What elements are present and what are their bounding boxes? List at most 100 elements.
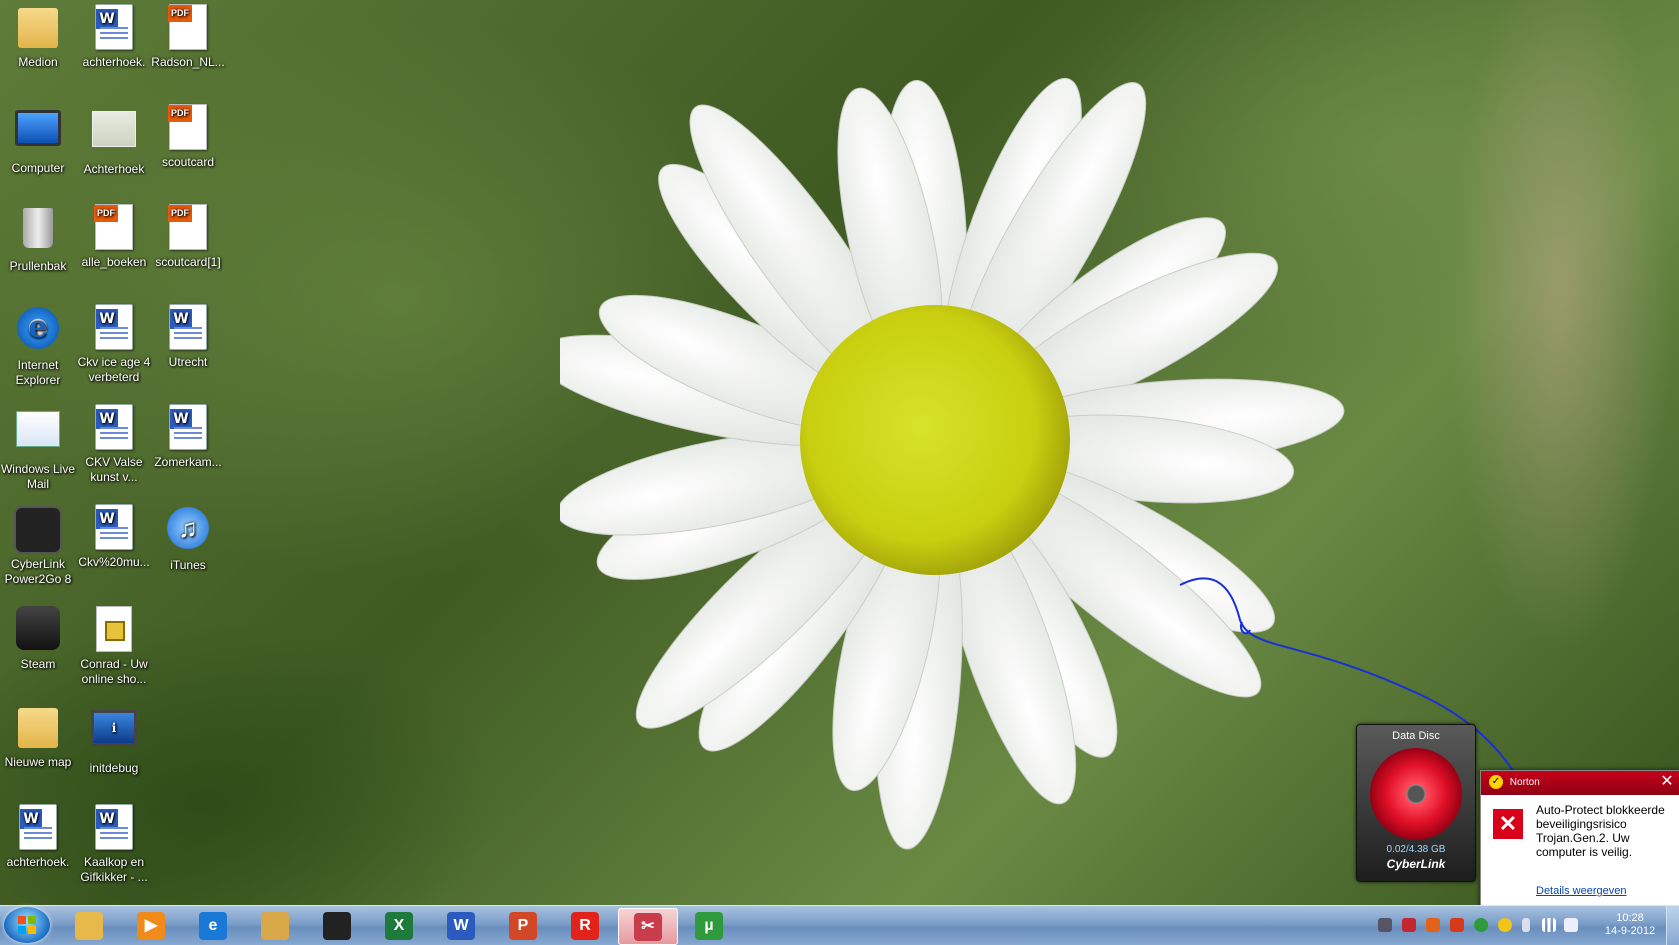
desktop-icon-label: CyberLink Power2Go 8 — [4, 557, 72, 586]
battery-icon[interactable] — [1522, 918, 1530, 932]
desktop-icon[interactable]: ♫ iTunes — [150, 504, 226, 573]
tray-flame-icon[interactable] — [1426, 918, 1440, 932]
desktop-icon[interactable]: Wachterhoek. — [0, 804, 76, 870]
start-button[interactable] — [4, 907, 50, 943]
disc-icon[interactable] — [1370, 748, 1462, 840]
pdf-icon: PDF — [164, 204, 212, 252]
cyberlink-tray-icon[interactable] — [1402, 918, 1416, 932]
volume-icon[interactable] — [1564, 918, 1578, 932]
recycle-bin-icon — [14, 208, 62, 256]
internet-explorer-icon: e — [199, 911, 227, 940]
desktop-icon[interactable]: W CKV Valse kunst v... — [76, 404, 152, 485]
media-player-icon: ▶ — [137, 911, 165, 940]
desktop-icon-label: Zomerkam... — [154, 455, 222, 469]
word-doc-icon: W — [90, 304, 138, 352]
desktop-icon-label: Internet Explorer — [15, 358, 61, 387]
info-icon: i — [90, 710, 138, 758]
data-disc-title: Data Disc — [1392, 730, 1440, 742]
desktop-icon-label: Achterhoek — [83, 162, 145, 176]
desktop-icon-label: Ckv%20mu... — [78, 555, 150, 569]
desktop-icon-label: Steam — [20, 657, 56, 671]
taskbar-app-button[interactable]: ▶ — [122, 908, 180, 943]
taskbar-app-button[interactable]: µ — [680, 908, 738, 943]
word-doc-icon: W — [14, 804, 62, 852]
taskbar-app-button[interactable] — [308, 908, 366, 943]
taskbar: ▶ e X W P R ✂ µ 10:28 14-9-2012 — [0, 905, 1679, 945]
desktop-icon-label: Radson_NL... — [151, 55, 225, 69]
steam-icon — [14, 606, 62, 654]
desktop-icon[interactable]: Prullenbak — [0, 204, 76, 274]
desktop-icon[interactable]: Wachterhoek. — [76, 4, 152, 70]
desktop-icon-label: initdebug — [89, 761, 139, 775]
desktop-icon[interactable]: Conrad - Uw online sho... — [76, 604, 152, 687]
desktop-icon-label: Kaalkop en Gifkikker - ... — [80, 855, 148, 884]
taskbar-app-button[interactable]: P — [494, 908, 552, 943]
pdf-icon: PDF — [164, 104, 212, 152]
desktop-icon-label: Computer — [11, 161, 65, 175]
desktop-icon[interactable]: PDF Radson_NL... — [150, 4, 226, 70]
norton-message: Auto-Protect blokkeerde beveiligingsrisi… — [1536, 803, 1665, 859]
network-signal-icon[interactable] — [1542, 918, 1556, 932]
desktop-icon[interactable]: e Internet Explorer — [0, 304, 76, 388]
desktop-icon[interactable]: Computer — [0, 104, 76, 176]
desktop-icon[interactable]: PDF scoutcard[1] — [150, 204, 226, 270]
word-doc-icon: W — [90, 404, 138, 452]
internet-explorer-icon: e — [14, 307, 62, 355]
desktop-icon[interactable]: W Ckv ice age 4 verbeterd — [76, 304, 152, 385]
word-icon: W — [447, 911, 475, 940]
show-desktop-button[interactable] — [1666, 906, 1679, 945]
norton-notification[interactable]: ✓ Norton ✕ ✕ Auto-Protect blokkeerde bev… — [1480, 770, 1679, 905]
desktop-icon[interactable]: W Ckv%20mu... — [76, 504, 152, 570]
windows-explorer-icon — [75, 911, 103, 940]
desktop-icon[interactable]: Windows Live Mail — [0, 404, 76, 492]
disc-usage: 0.02/4.38 GB — [1386, 844, 1446, 855]
folder-icon — [14, 704, 62, 752]
desktop-icon-label: achterhoek. — [6, 855, 70, 869]
speaker-muted-icon[interactable] — [1450, 918, 1464, 932]
norton-tray-icon[interactable] — [1498, 918, 1512, 932]
cyberlink-power2go-icon — [14, 506, 62, 554]
action-center-icon[interactable] — [1378, 918, 1392, 932]
excel-icon: X — [385, 911, 413, 940]
desktop-icon[interactable]: Medion — [0, 4, 76, 70]
desktop-icon[interactable]: W Zomerkam... — [150, 404, 226, 470]
desktop-icon-label: alle_boeken — [81, 255, 147, 269]
desktop-icon[interactable]: Nieuwe map — [0, 704, 76, 770]
close-icon[interactable]: ✕ — [1658, 773, 1676, 791]
clock[interactable]: 10:28 14-9-2012 — [1600, 912, 1660, 938]
pdf-icon: PDF — [90, 204, 138, 252]
taskbar-app-button[interactable]: W — [432, 908, 490, 943]
desktop-icon[interactable]: W Utrecht — [150, 304, 226, 370]
details-link[interactable]: Details weergeven — [1536, 885, 1627, 897]
pdf-icon: PDF — [164, 4, 212, 52]
word-doc-icon: W — [90, 804, 138, 852]
taskbar-app-button[interactable]: X — [370, 908, 428, 943]
desktop: Medion Wachterhoek. PDF Radson_NL... Compute… — [0, 0, 1679, 905]
desktop-icon[interactable]: PDF scoutcard — [150, 104, 226, 170]
desktop-icon-label: Conrad - Uw online sho... — [80, 657, 148, 686]
utorrent-tray-icon[interactable] — [1474, 918, 1488, 932]
desktop-icon-label: iTunes — [170, 558, 206, 572]
error-icon: ✕ — [1493, 809, 1523, 839]
powerpoint-icon: P — [509, 911, 537, 940]
clock-time: 10:28 — [1616, 912, 1644, 924]
desktop-icon[interactable]: i initdebug — [76, 704, 152, 776]
desktop-icon-label: achterhoek. — [82, 55, 146, 69]
taskbar-app-button[interactable] — [60, 908, 118, 943]
web-shortcut-icon — [90, 606, 138, 654]
taskbar-app-button[interactable]: e — [184, 908, 242, 943]
desktop-icon[interactable]: W Kaalkop en Gifkikker - ... — [76, 804, 152, 885]
steam-icon — [323, 911, 351, 940]
itunes-icon: ♫ — [164, 507, 212, 555]
desktop-icon[interactable]: Steam — [0, 604, 76, 672]
taskbar-app-button[interactable]: R — [556, 908, 614, 943]
cyberlink-logo: CyberLink — [1386, 857, 1446, 871]
desktop-icon[interactable]: Achterhoek — [76, 104, 152, 177]
norton-brand: Norton — [1509, 777, 1540, 788]
desktop-icon-label: Utrecht — [168, 355, 208, 369]
cyberlink-data-disc-widget[interactable]: Data Disc 0.02/4.38 GB CyberLink — [1356, 724, 1476, 882]
desktop-icon[interactable]: PDF alle_boeken — [76, 204, 152, 270]
desktop-icon[interactable]: CyberLink Power2Go 8 — [0, 504, 76, 587]
taskbar-app-button[interactable] — [246, 908, 304, 943]
taskbar-app-button[interactable]: ✂ — [618, 908, 678, 945]
